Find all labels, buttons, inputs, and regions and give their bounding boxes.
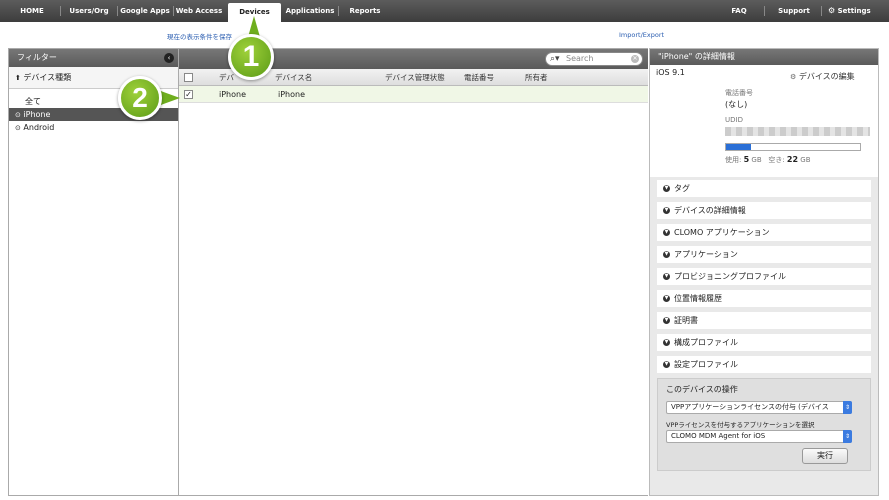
nav-reports[interactable]: Reports (342, 0, 388, 22)
column-phone-number[interactable]: 電話番号 (464, 69, 494, 86)
row-checkbox[interactable]: ✓ (184, 90, 193, 99)
column-management-status[interactable]: デバイス管理状態 (385, 69, 445, 86)
operation-select[interactable]: VPPアプリケーションライセンスの付与 (デバイス ⇕ (666, 401, 852, 414)
callout-badge-1: 1 (228, 34, 274, 80)
nav-applications[interactable]: Applications (284, 0, 336, 22)
udid-redacted (725, 127, 870, 136)
radio-icon: ⊙ (15, 124, 21, 132)
chevron-down-icon: ▼ (663, 339, 670, 346)
device-detail-panel: "iPhone" の詳細情報 iOS 9.1 ⚙ デバイスの編集 電話番号 (な… (649, 48, 879, 496)
execute-button[interactable]: 実行 (802, 448, 848, 464)
phone-value: (なし) (725, 100, 748, 109)
device-list-panel: ⌕▾ Search ✕ デバ デバイス名 デバイス管理状態 電話番号 所有者 ✓… (179, 48, 648, 496)
column-device-name[interactable]: デバイス名 (275, 69, 312, 86)
chevron-down-icon: ▼ (663, 251, 670, 258)
edit-device-link[interactable]: ⚙ デバイスの編集 (790, 71, 855, 82)
cell-device-type: iPhone (219, 90, 247, 99)
accordion-location-history[interactable]: ▼ 位置情報履歴 (657, 290, 871, 307)
chevron-down-icon: ▼ (663, 273, 670, 280)
nav-web-access[interactable]: Web Access (175, 0, 223, 22)
filter-title: フィルター (17, 53, 57, 62)
callout-badge-2: 2 (118, 76, 162, 120)
search-icon: ⌕▾ (550, 54, 560, 64)
nav-google-apps[interactable]: Google Apps (120, 0, 170, 22)
search-placeholder: Search (566, 54, 594, 63)
chevron-down-icon: ▼ (663, 361, 670, 368)
app-select[interactable]: CLOMO MDM Agent for iOS ⇕ (666, 430, 852, 443)
nav-settings[interactable]: ⚙ Settings (828, 0, 874, 22)
nav-support[interactable]: Support (774, 0, 814, 22)
top-navigation: HOME Users/Org Google Apps Web Access De… (0, 0, 889, 22)
select-arrow-icon: ⇕ (843, 401, 852, 414)
app-select-label: VPPライセンスを付与するアプリケーションを選択 (666, 421, 815, 429)
accordion-applications[interactable]: ▼ アプリケーション (657, 246, 871, 263)
storage-bar (725, 143, 861, 151)
detail-summary: iOS 9.1 ⚙ デバイスの編集 電話番号 (なし) UDID 使用: 5 G… (650, 65, 878, 177)
collapse-left-icon[interactable]: ‹ (164, 53, 174, 63)
gear-icon: ⚙ (828, 6, 836, 15)
search-input[interactable]: ⌕▾ Search ✕ (545, 52, 643, 66)
table-row[interactable]: ✓ iPhone iPhone (179, 86, 648, 103)
accordion-configuration-profiles[interactable]: ▼ 構成プロファイル (657, 334, 871, 351)
device-type-label: デバイス種類 (23, 73, 72, 82)
select-arrow-icon: ⇕ (843, 430, 852, 443)
accordion-provisioning-profiles[interactable]: ▼ プロビジョニングプロファイル (657, 268, 871, 285)
accordion-device-details[interactable]: ▼ デバイスの詳細情報 (657, 202, 871, 219)
os-version: iOS 9.1 (656, 68, 685, 77)
operations-title: このデバイスの操作 (666, 385, 738, 394)
radio-icon: ⊙ (15, 111, 21, 119)
chevron-down-icon: ▼ (663, 185, 670, 192)
filter-item-android[interactable]: ⊙ Android (9, 121, 178, 134)
gear-icon: ⚙ (790, 73, 797, 81)
accordion-clomo-apps[interactable]: ▼ CLOMO アプリケーション (657, 224, 871, 241)
nav-faq[interactable]: FAQ (722, 0, 756, 22)
chevron-down-icon: ▼ (663, 207, 670, 214)
chevron-up-icon: ⬆ (15, 74, 21, 82)
device-operations-box: このデバイスの操作 VPPアプリケーションライセンスの付与 (デバイス ⇕ VP… (657, 378, 871, 471)
nav-home[interactable]: HOME (14, 0, 50, 22)
filter-header: フィルター ‹ (9, 49, 178, 67)
storage-text: 使用: 5 GB 空き: 22 GB (725, 155, 811, 164)
chevron-down-icon: ▼ (663, 295, 670, 302)
udid-label: UDID (725, 116, 743, 124)
detail-title: "iPhone" の詳細情報 (650, 49, 878, 65)
chevron-down-icon: ▼ (663, 317, 670, 324)
clear-icon[interactable]: ✕ (631, 55, 639, 63)
import-export-link[interactable]: Import/Export (619, 31, 664, 39)
select-all-checkbox[interactable] (184, 73, 193, 82)
chevron-down-icon: ▼ (663, 229, 670, 236)
nav-users-org[interactable]: Users/Org (64, 0, 114, 22)
phone-label: 電話番号 (725, 89, 753, 97)
accordion-settings-profiles[interactable]: ▼ 設定プロファイル (657, 356, 871, 373)
column-owner[interactable]: 所有者 (525, 69, 548, 86)
column-device-type[interactable]: デバ (219, 69, 234, 86)
accordion-certificates[interactable]: ▼ 証明書 (657, 312, 871, 329)
cell-device-name: iPhone (278, 90, 306, 99)
accordion-tags[interactable]: ▼ タグ (657, 180, 871, 197)
storage-bar-fill (726, 144, 751, 150)
save-filter-link[interactable]: 現在の表示条件を保存 (167, 31, 232, 41)
